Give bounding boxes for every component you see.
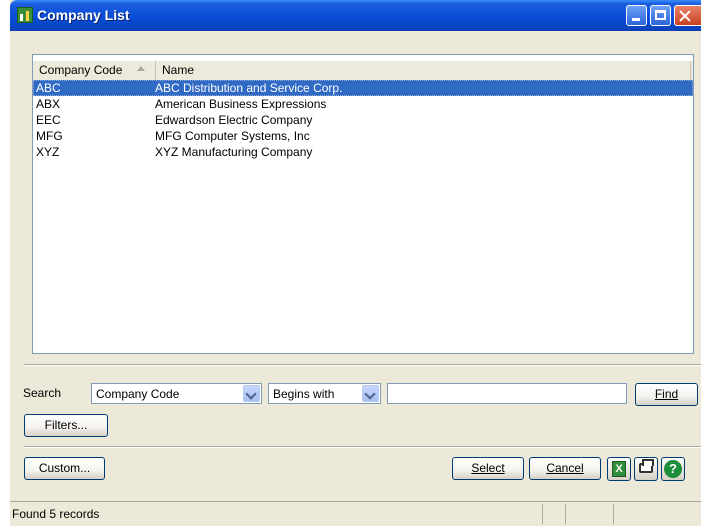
search-input[interactable]	[387, 383, 627, 404]
company-name-cell: MFG Computer Systems, Inc	[155, 129, 310, 143]
company-code-cell: ABX	[36, 97, 61, 111]
export-excel-button[interactable]: X	[607, 457, 631, 481]
divider	[24, 446, 701, 448]
custom-button-label: Custom...	[38, 461, 91, 475]
company-code-cell: ABC	[36, 81, 61, 95]
company-list[interactable]: Company Code Name ABC ABC Distribution a…	[32, 54, 694, 354]
search-field-value: Company Code	[96, 387, 180, 401]
divider	[24, 364, 701, 366]
status-text: Found 5 records	[12, 507, 100, 521]
company-code-cell: MFG	[36, 129, 63, 143]
close-button[interactable]	[674, 5, 701, 26]
select-button[interactable]: Select	[452, 457, 524, 480]
company-name-cell: American Business Expressions	[155, 97, 327, 111]
custom-button[interactable]: Custom...	[24, 457, 105, 480]
company-name-cell: ABC Distribution and Service Corp.	[155, 81, 343, 95]
search-label: Search	[23, 386, 62, 400]
find-button-label: Find	[654, 387, 679, 401]
window-title: Company List	[37, 7, 130, 23]
filters-button[interactable]: Filters...	[24, 414, 108, 437]
print-button[interactable]	[634, 457, 658, 481]
sort-ascending-icon	[137, 66, 145, 71]
status-pane	[613, 504, 614, 524]
status-bar: Found 5 records	[10, 501, 701, 526]
help-icon: ?	[664, 460, 682, 478]
search-field-select[interactable]: Company Code	[91, 383, 262, 404]
excel-icon: X	[612, 461, 626, 477]
status-pane	[565, 504, 566, 524]
list-item[interactable]: XYZ XYZ Manufacturing Company	[33, 144, 693, 160]
cancel-button[interactable]: Cancel	[529, 457, 601, 480]
company-name-cell: Edwardson Electric Company	[155, 113, 313, 127]
filters-button-label: Filters...	[44, 418, 88, 432]
column-header-name[interactable]: Name	[156, 61, 691, 80]
printer-icon	[639, 459, 654, 473]
company-code-cell: XYZ	[36, 145, 60, 159]
select-button-label: Select	[471, 461, 505, 475]
column-header-company-code[interactable]: Company Code	[33, 61, 156, 80]
find-button[interactable]: Find	[635, 383, 698, 406]
list-item[interactable]: MFG MFG Computer Systems, Inc	[33, 128, 693, 144]
app-icon	[17, 7, 33, 23]
help-button[interactable]: ?	[661, 457, 685, 481]
column-header-label: Name	[162, 63, 195, 77]
column-header-label: Company Code	[39, 63, 123, 77]
minimize-button[interactable]	[626, 5, 647, 26]
list-item[interactable]: ABC ABC Distribution and Service Corp.	[33, 80, 693, 96]
chevron-down-icon[interactable]	[243, 385, 260, 402]
company-name-cell: XYZ Manufacturing Company	[155, 145, 313, 159]
search-operator-select[interactable]: Begins with	[268, 383, 381, 404]
chevron-down-icon[interactable]	[362, 385, 379, 402]
search-operator-value: Begins with	[273, 387, 335, 401]
title-bar[interactable]: Company List	[10, 0, 701, 31]
company-list-window: Company List Company Code Name ABC ABC D…	[10, 0, 701, 526]
company-code-cell: EEC	[36, 113, 61, 127]
status-pane	[542, 504, 543, 524]
list-item[interactable]: ABX American Business Expressions	[33, 96, 693, 112]
list-header: Company Code Name	[33, 61, 693, 81]
list-item[interactable]: EEC Edwardson Electric Company	[33, 112, 693, 128]
list-rows: ABC ABC Distribution and Service Corp. A…	[33, 80, 693, 160]
maximize-button[interactable]	[650, 5, 671, 26]
cancel-button-label: Cancel	[546, 461, 584, 475]
